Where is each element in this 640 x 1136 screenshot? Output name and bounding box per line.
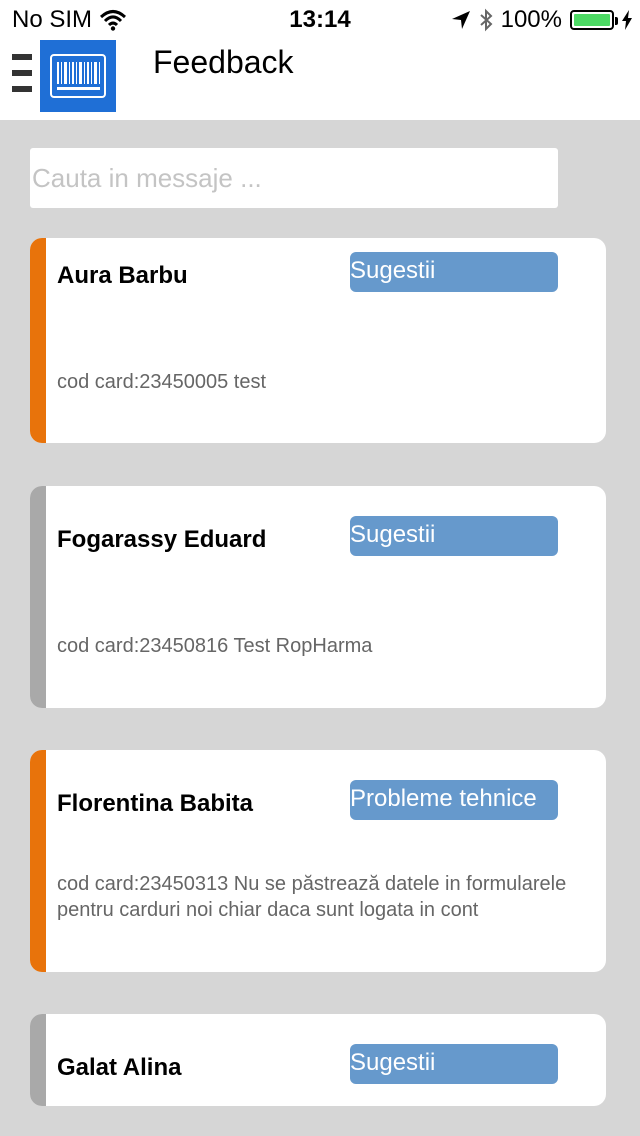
message-text: cod card:23450313 Nu se păstrează datele… — [57, 873, 567, 921]
bluetooth-icon — [479, 8, 493, 32]
search-input[interactable] — [30, 148, 558, 208]
feedback-card-2[interactable]: Fogarassy Eduard Sugestii cod card:23450… — [30, 486, 606, 708]
category-tag[interactable]: Sugestii — [350, 252, 558, 292]
location-arrow-icon — [451, 11, 470, 29]
status-bar: No SIM 13:14 100% — [0, 0, 640, 40]
category-tag[interactable]: Sugestii — [350, 516, 558, 556]
battery-nub — [615, 17, 618, 25]
app-logo — [40, 40, 116, 112]
sender-name: Florentina Babita — [57, 790, 254, 817]
feedback-card-4[interactable]: Galat Alina Sugestii — [30, 1014, 606, 1106]
sender-name: Fogarassy Eduard — [57, 526, 267, 553]
app-header: Feedback — [0, 40, 640, 120]
status-bar-right: 100% — [443, 7, 632, 33]
battery-fill — [574, 14, 610, 26]
charging-bolt-icon — [622, 10, 632, 30]
barcode-card-icon — [50, 54, 106, 98]
card-accent-bar — [30, 486, 46, 708]
card-accent-bar — [30, 1014, 46, 1106]
card-accent-bar — [30, 238, 46, 443]
category-tag[interactable]: Probleme tehnice — [350, 780, 558, 820]
message-text: cod card:23450005 test — [57, 371, 267, 393]
card-accent-bar — [30, 750, 46, 972]
message-text: cod card:23450816 Test RopHarma — [57, 635, 373, 657]
page-title: Feedback — [153, 44, 294, 80]
battery-percent: 100% — [500, 6, 562, 33]
sender-name: Galat Alina — [57, 1054, 182, 1081]
category-tag[interactable]: Sugestii — [350, 1044, 558, 1084]
feedback-card-1[interactable]: Aura Barbu Sugestii cod card:23450005 te… — [30, 238, 606, 443]
hamburger-menu-icon[interactable] — [12, 50, 32, 96]
feedback-card-3[interactable]: Florentina Babita Probleme tehnice cod c… — [30, 750, 606, 972]
battery-icon — [570, 10, 618, 30]
sender-name: Aura Barbu — [57, 262, 188, 289]
